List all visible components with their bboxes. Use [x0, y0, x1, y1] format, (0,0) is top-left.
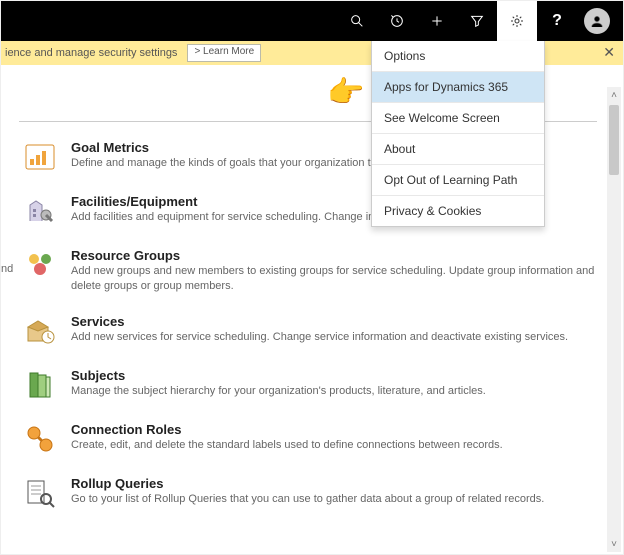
clock-icon	[389, 13, 405, 29]
menu-item-apps-dynamics[interactable]: Apps for Dynamics 365	[372, 72, 544, 103]
funnel-icon	[469, 13, 485, 29]
recent-button[interactable]	[377, 1, 417, 41]
scroll-up[interactable]: ˄	[607, 87, 621, 103]
chevron-down-icon: ˅	[611, 539, 617, 550]
rollup-queries-icon	[23, 476, 57, 510]
scroll-thumb[interactable]	[609, 105, 619, 175]
pointing-hand-icon: 👉	[327, 75, 364, 110]
setting-desc: Go to your list of Rollup Queries that y…	[71, 492, 544, 507]
menu-item-welcome[interactable]: See Welcome Screen	[372, 103, 544, 134]
close-icon: ✕	[603, 44, 615, 60]
search-button[interactable]	[337, 1, 377, 41]
gear-icon	[509, 13, 525, 29]
goal-metrics-icon	[23, 140, 57, 174]
resource-groups-icon	[23, 248, 57, 282]
scrollbar[interactable]: ˄ ˅	[607, 87, 621, 552]
settings-button[interactable]	[497, 1, 537, 41]
setting-desc: Manage the subject hierarchy for your or…	[71, 384, 486, 399]
setting-connection-roles[interactable]: Connection Roles Create, edit, and delet…	[1, 416, 605, 470]
scroll-down[interactable]: ˅	[607, 536, 621, 552]
search-icon	[349, 13, 365, 29]
person-icon	[589, 13, 605, 29]
setting-resource-groups[interactable]: Resource Groups Add new groups and new m…	[1, 242, 605, 308]
notification-close[interactable]: ✕	[603, 44, 615, 61]
menu-item-privacy[interactable]: Privacy & Cookies	[372, 196, 544, 226]
setting-title: Services	[71, 314, 568, 329]
filter-button[interactable]	[457, 1, 497, 41]
setting-title: Resource Groups	[71, 248, 597, 263]
learn-more-button[interactable]: > Learn More	[187, 44, 261, 62]
menu-item-opt-out-learning[interactable]: Opt Out of Learning Path	[372, 165, 544, 196]
menu-item-options[interactable]: Options	[372, 41, 544, 72]
setting-title: Subjects	[71, 368, 486, 383]
chevron-up-icon: ˄	[611, 90, 617, 101]
setting-rollup-queries[interactable]: Rollup Queries Go to your list of Rollup…	[1, 470, 605, 524]
setting-desc: Define and manage the kinds of goals tha…	[71, 156, 400, 171]
setting-title: Connection Roles	[71, 422, 503, 437]
subjects-icon	[23, 368, 57, 402]
facilities-icon	[23, 194, 57, 228]
setting-desc: Create, edit, and delete the standard la…	[71, 438, 503, 453]
notification-text: ience and manage security settings	[5, 47, 177, 59]
setting-services[interactable]: Services Add new services for service sc…	[1, 308, 605, 362]
user-avatar[interactable]	[584, 8, 610, 34]
menu-item-about[interactable]: About	[372, 134, 544, 165]
setting-desc: Add new groups and new members to existi…	[71, 264, 597, 294]
setting-desc: Add new services for service scheduling.…	[71, 330, 568, 345]
topbar: ?	[1, 1, 623, 41]
cutoff-row-text: nd	[1, 263, 21, 283]
setting-title: Goal Metrics	[71, 140, 400, 155]
connection-roles-icon	[23, 422, 57, 456]
setting-subjects[interactable]: Subjects Manage the subject hierarchy fo…	[1, 362, 605, 416]
services-icon	[23, 314, 57, 348]
plus-icon	[429, 13, 445, 29]
question-icon: ?	[552, 12, 562, 30]
help-button[interactable]: ?	[537, 1, 577, 41]
setting-title: Rollup Queries	[71, 476, 544, 491]
settings-menu: Options Apps for Dynamics 365 See Welcom…	[371, 41, 545, 227]
new-button[interactable]	[417, 1, 457, 41]
